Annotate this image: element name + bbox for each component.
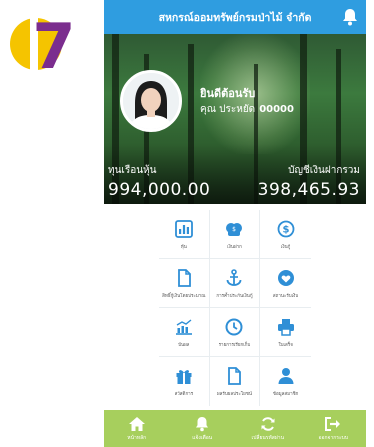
document-icon [177,268,191,287]
svg-text:$: $ [233,226,237,233]
gift-icon [176,370,192,384]
member-name: คุณ ประหยัด [200,104,256,115]
screenshot-root: 7 สหกรณ์ออมทรัพย์กรมป่าไม้ จำกัด ยินดีต้… [0,0,374,447]
menu-item-label: เงินฝาก [227,244,242,250]
menu-item-receipt[interactable]: ใบเสร็จ [260,308,311,357]
menu-item-collection[interactable]: รายการเรียกเก็บ [209,308,261,357]
profile-hero: ยินดีต้อนรับ คุณ ประหยัด 00000 ทุนเรือนหุ… [104,34,366,204]
menu-item-label: ผลรับผลประโยชน์ [217,392,252,397]
menu-item-loan-estimate[interactable]: สิทธิ์กู้เงินโดยประมาณ [159,259,210,308]
menu-item-label: สวัสดิการ [174,392,194,397]
money-icon: $ [226,222,243,236]
nav-label: หน้าหลัก [127,434,147,441]
nav-change-password[interactable]: เปลี่ยนรหัสผ่าน [235,410,301,447]
nav-label: เปลี่ยนรหัสผ่าน [251,434,284,441]
member-id: 00000 [259,104,294,115]
step-number-badge: 7 [4,6,80,82]
nav-logout[interactable]: ออกจากระบบ [301,410,367,447]
nav-label: แจ้งเตือน [192,434,213,441]
share-capital-label: ทุนเรือนหุ้น [108,165,157,176]
user-icon [278,368,294,384]
bar-chart-icon [174,219,193,238]
nav-label: ออกจากระบบ [318,434,349,441]
menu-item-member-info[interactable]: ข้อมูลสมาชิก [260,357,311,406]
menu-item-label: ใบเสร็จ [278,342,293,348]
avatar-portrait-icon [123,73,179,129]
step-badge-graphic: 7 [10,10,76,82]
menu-item-label: สิทธิ์กู้เงินโดยประมาณ [162,293,206,299]
menu-item-label: ข้อมูลสมาชิก [272,392,299,397]
welcome-text: ยินดีต้อนรับ [200,87,256,100]
menu-item-guarantee[interactable]: การค้ำประกันเงินกู้ [209,259,261,308]
coin-icon: $ [277,220,295,237]
bell-icon [196,416,209,431]
bottom-navigation: หน้าหลัก แจ้งเตือน เปลี่ยนรหัสผ่าน ออกจา… [104,410,366,447]
svg-text:$: $ [282,224,289,235]
menu-item-deposits[interactable]: $ เงินฝาก [209,210,261,259]
menu-item-welfare[interactable]: สวัสดิการ [159,357,210,406]
logout-icon [325,416,341,431]
app-title: สหกรณ์ออมทรัพย์กรมป่าไม้ จำกัด [158,11,312,24]
mobile-app-screen: สหกรณ์ออมทรัพย์กรมป่าไม้ จำกัด ยินดีต้อน… [104,0,366,447]
menu-item-label: หุ้น [180,244,187,250]
nav-notifications[interactable]: แจ้งเตือน [170,410,236,447]
member-avatar [120,70,182,132]
file-icon [228,367,242,385]
home-icon [128,416,145,431]
menu-item-shares[interactable]: หุ้น [159,210,210,259]
line-chart-icon [175,318,192,335]
member-info: คุณ ประหยัด 00000 [200,102,294,117]
menu-item-label: รายการเรียกเก็บ [218,342,251,348]
nav-home[interactable]: หน้าหลัก [104,410,170,447]
refresh-icon [261,416,275,431]
app-header: สหกรณ์ออมทรัพย์กรมป่าไม้ จำกัด [104,0,366,34]
menu-item-label: ปันผล [178,342,190,348]
share-capital-value: 994,000.00 [108,180,211,200]
menu-item-label: สถานะรับเงิน [272,293,299,299]
deposit-total-value: 398,465.93 [257,180,360,200]
menu-item-label: เงินกู้ [280,244,291,250]
menu-grid: หุ้น $ เงินฝาก $ เงินกู้ สิทธิ์กู้เงินโด… [159,210,311,406]
menu-item-payment-status[interactable]: สถานะรับเงิน [260,259,311,308]
clock-icon [225,318,243,335]
menu-item-dividend[interactable]: ปันผล [159,308,210,357]
step-number: 7 [32,10,75,82]
deposit-total-label: บัญชีเงินฝากรวม [288,165,360,176]
menu-item-beneficiary[interactable]: ผลรับผลประโยชน์ [210,357,261,406]
anchor-icon [227,268,242,286]
notification-bell-icon[interactable] [340,7,360,27]
heart-icon [277,269,294,286]
menu-item-loans[interactable]: $ เงินกู้ [260,210,311,259]
menu-item-label: การค้ำประกันเงินกู้ [216,293,253,299]
printer-icon [277,318,294,336]
